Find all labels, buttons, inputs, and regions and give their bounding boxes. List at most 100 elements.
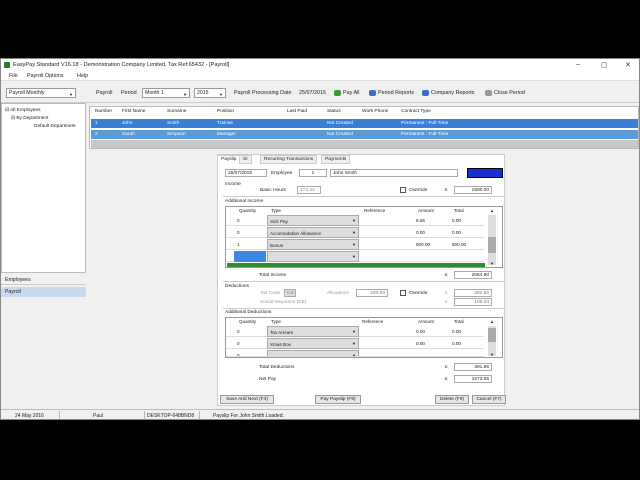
column-header: Amount bbox=[418, 208, 434, 213]
table-row[interactable]: 0 Sick Pay ▼ 8.65 0.00 bbox=[226, 215, 484, 226]
save-and-next-button[interactable]: Save And Next (F4) bbox=[220, 395, 274, 404]
chevron-down-icon: ▼ bbox=[352, 353, 356, 357]
payroll-label: Payroll bbox=[96, 90, 113, 96]
company-reports-button[interactable]: Company Reports bbox=[422, 88, 474, 98]
menu-file[interactable]: File bbox=[9, 73, 18, 79]
type-dropdown[interactable]: Sick Pay ▼ bbox=[267, 215, 359, 226]
menu-payroll-options[interactable]: Payroll Options bbox=[27, 73, 64, 79]
table-row[interactable]: 1 John Smith Trainee Not Created Permanent : … bbox=[91, 119, 638, 128]
income-override-checkbox[interactable] bbox=[400, 187, 406, 193]
additional-deductions-grid: Quantity Type Reference Amount Total ▲ 0… bbox=[225, 317, 503, 358]
deduction-override-checkbox[interactable] bbox=[400, 290, 406, 296]
column-header[interactable]: Last Paid bbox=[287, 109, 307, 114]
employee-name-field[interactable]: John Smith bbox=[330, 169, 458, 177]
minimize-button[interactable]: – bbox=[576, 61, 580, 68]
close-period-button[interactable]: Close Period bbox=[485, 88, 525, 98]
total-income-label: Total Income bbox=[259, 273, 287, 278]
table-row[interactable]: 0 Xmas Box ▼ 0.00 0.00 bbox=[226, 338, 484, 349]
tab-si[interactable]: SI bbox=[239, 155, 252, 164]
close-window-button[interactable]: ✕ bbox=[625, 61, 631, 69]
column-header: Quantity bbox=[239, 208, 257, 213]
table-row[interactable]: 0 Accomodation Allowance ▼ 0.00 0.00 bbox=[226, 227, 484, 238]
income-override-label: Override bbox=[409, 188, 428, 193]
processing-date-value[interactable]: 25/07/2015 bbox=[299, 90, 326, 96]
column-header: Type bbox=[271, 319, 281, 324]
tree-node-default-department[interactable]: Default Department bbox=[34, 124, 76, 129]
column-header[interactable]: First Name bbox=[122, 109, 145, 114]
nav-employees[interactable]: Employees bbox=[1, 275, 86, 285]
column-header[interactable]: Status bbox=[327, 109, 341, 114]
menu-help[interactable]: Help bbox=[77, 73, 88, 79]
pay-icon bbox=[334, 89, 341, 96]
tree-node-by-department[interactable]: ⊟ By Department bbox=[11, 116, 48, 121]
tax-code-field[interactable]: 0.8 bbox=[284, 289, 296, 297]
scroll-down-icon[interactable]: ▼ bbox=[490, 352, 494, 357]
nav-payroll[interactable]: Payroll bbox=[1, 287, 86, 297]
currency-symbol: £ bbox=[445, 365, 448, 370]
total-income-field: 2064.90 bbox=[454, 271, 492, 279]
tab-payslip[interactable]: Payslip bbox=[217, 155, 241, 164]
year-select[interactable]: 2015 ▼ bbox=[194, 88, 226, 98]
tab-recurring-transactions[interactable]: Recurring Transactions bbox=[260, 155, 318, 164]
table-row[interactable]: 2 Sarah Simpson Manager Not Created Permanent… bbox=[91, 130, 638, 139]
scroll-thumb[interactable] bbox=[488, 237, 496, 253]
table-row[interactable]: 0 ▼ bbox=[226, 350, 484, 357]
scroll-up-icon[interactable]: ▲ bbox=[490, 208, 494, 213]
scroll-down-icon[interactable]: ▼ bbox=[490, 261, 494, 266]
selected-cell[interactable] bbox=[234, 251, 266, 262]
scroll-up-icon[interactable]: ▲ bbox=[490, 319, 494, 324]
pay-payslip-button[interactable]: Pay Payslip (F8) bbox=[315, 395, 361, 404]
column-header[interactable]: Number bbox=[95, 109, 112, 114]
period-select[interactable]: Month 1 ▼ bbox=[142, 88, 190, 98]
column-header: Total bbox=[454, 208, 464, 213]
delete-button[interactable]: Delete (F9) bbox=[435, 395, 469, 404]
chevron-down-icon: ▼ bbox=[352, 218, 356, 223]
type-dropdown[interactable]: Tax Arrears ▼ bbox=[267, 326, 359, 337]
period-reports-button[interactable]: Period Reports bbox=[369, 88, 414, 98]
column-header[interactable]: Position bbox=[217, 109, 234, 114]
status-message: Payslip For John Smith Loaded. bbox=[213, 413, 284, 419]
close-period-icon bbox=[485, 89, 492, 96]
employee-tree: ⊟ All Employees ⊟ By Department Default … bbox=[1, 103, 86, 273]
currency-symbol: £ bbox=[445, 377, 448, 382]
scrollbar[interactable] bbox=[488, 215, 496, 265]
window-title: EasyPay Standard V16.18 - Demonstration … bbox=[13, 62, 230, 68]
payslip-date-field[interactable]: 25/07/2015 bbox=[225, 169, 267, 177]
column-header[interactable]: Contract Type bbox=[401, 109, 431, 114]
payroll-select[interactable]: Payroll Monthly ▼ bbox=[6, 88, 76, 98]
column-header[interactable]: Work Phone bbox=[362, 109, 388, 114]
basic-amount-field[interactable]: 1500.00 bbox=[454, 186, 492, 194]
allowance-label: Allowance bbox=[327, 291, 349, 296]
type-dropdown[interactable]: Accomodation Allowance ▼ bbox=[267, 227, 359, 238]
maximize-button[interactable]: ▢ bbox=[601, 61, 608, 69]
cancel-button[interactable]: Cancel (F7) bbox=[472, 395, 506, 404]
report-icon bbox=[369, 89, 376, 96]
chevron-down-icon: ▼ bbox=[219, 92, 223, 97]
tree-node-all-employees[interactable]: ⊟ All Employees bbox=[5, 108, 41, 113]
chevron-down-icon: ▼ bbox=[352, 230, 356, 235]
status-date: 24 May 2016 bbox=[15, 413, 44, 419]
basic-hours-field[interactable]: 173.33 bbox=[297, 186, 321, 194]
table-row[interactable]: 1 Bonus ▼ 500.00 500.00 bbox=[226, 239, 484, 250]
table-row[interactable]: 0 Tax Arrears ▼ 0.00 0.00 bbox=[226, 326, 484, 337]
currency-symbol: £ bbox=[445, 300, 448, 305]
table-row-new[interactable]: ▼ bbox=[226, 251, 484, 262]
chevron-down-icon: ▼ bbox=[352, 254, 356, 259]
grid-scrollbar[interactable] bbox=[91, 140, 638, 148]
type-dropdown[interactable]: Bonus ▼ bbox=[267, 239, 359, 250]
currency-symbol: £ bbox=[445, 273, 448, 278]
chevron-down-icon: ▼ bbox=[183, 92, 187, 97]
tax-code-label: Tax Code bbox=[260, 291, 281, 296]
tab-payments[interactable]: Payments bbox=[321, 155, 351, 164]
type-dropdown[interactable]: ▼ bbox=[267, 251, 359, 262]
employee-label: Employee bbox=[271, 171, 293, 176]
type-dropdown[interactable]: Xmas Box ▼ bbox=[267, 338, 359, 349]
scroll-thumb[interactable] bbox=[488, 328, 496, 342]
pay-all-button[interactable]: Pay All bbox=[334, 88, 359, 98]
employee-number-field[interactable]: 1 bbox=[299, 169, 327, 177]
chevron-down-icon: ▼ bbox=[352, 341, 356, 346]
type-dropdown[interactable]: ▼ bbox=[267, 350, 359, 357]
allowance-field[interactable]: 233.00 bbox=[356, 289, 388, 297]
additional-deductions-label: Additional Deductions bbox=[225, 310, 272, 315]
column-header[interactable]: Surname bbox=[167, 109, 186, 114]
